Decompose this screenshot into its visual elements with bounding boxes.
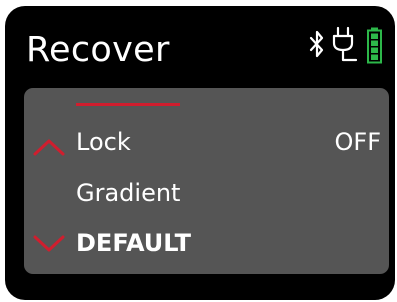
menu-item-label: Gradient	[76, 179, 181, 207]
page-title: Recover	[26, 30, 170, 70]
menu-item-label: DEFAULT	[76, 229, 191, 257]
menu-panel: Lock OFF Gradient DEFAULT	[24, 88, 389, 274]
menu-item-label: Lock	[76, 128, 131, 156]
battery-icon	[367, 27, 383, 69]
scroll-indicator	[76, 103, 180, 106]
menu-item-value: OFF	[334, 128, 382, 156]
chevron-up-icon[interactable]	[32, 138, 66, 160]
plug-icon	[329, 26, 359, 68]
device-screen: Recover Lock OFF Gradient DEFAULT	[5, 6, 395, 300]
bluetooth-icon	[309, 28, 325, 66]
chevron-down-icon[interactable]	[32, 235, 66, 257]
status-bar	[305, 24, 389, 66]
